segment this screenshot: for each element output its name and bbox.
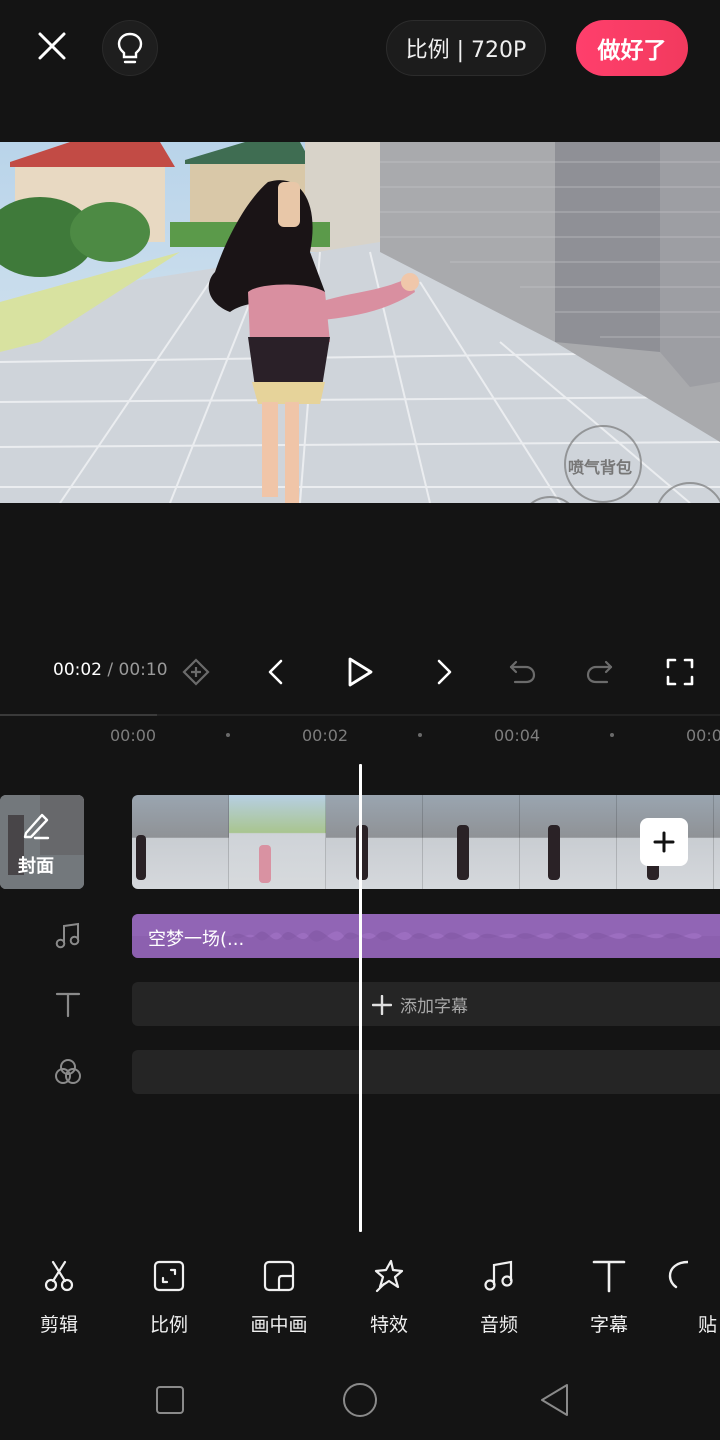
text-icon [589, 1256, 629, 1296]
chevron-left-icon [268, 659, 283, 685]
square-icon [156, 1386, 184, 1414]
effect-track[interactable] [132, 1050, 720, 1094]
video-frame-thumbnail [423, 795, 520, 889]
preview-watermark: 喷气背包 [568, 458, 633, 477]
sparkle-star-icon [369, 1256, 409, 1296]
sticker-icon [664, 1256, 704, 1296]
redo-button[interactable] [580, 652, 620, 692]
filter-circles-icon [55, 1059, 81, 1084]
video-preview[interactable]: 喷气背包 [0, 142, 720, 503]
top-bar: 比例 | 720P 做好了 [0, 0, 720, 100]
fullscreen-button[interactable] [660, 652, 700, 692]
ruler-dot [610, 733, 614, 737]
undo-button[interactable] [502, 652, 542, 692]
previous-frame-button[interactable] [256, 652, 296, 692]
timeline-progress [0, 714, 720, 716]
video-frame-thumbnail [714, 795, 720, 889]
video-track[interactable] [132, 795, 720, 889]
tips-button[interactable] [102, 20, 158, 76]
tool-label: 音频 [479, 1314, 518, 1336]
time-separator: / [102, 660, 119, 680]
cover-label: 封面 [18, 856, 54, 877]
play-button[interactable] [340, 652, 380, 692]
next-frame-button[interactable] [424, 652, 464, 692]
tool-label: 特效 [369, 1314, 408, 1336]
video-frame-thumbnail [326, 795, 423, 889]
add-subtitle-button[interactable]: 添加字幕 [372, 992, 468, 1017]
effect-track-button[interactable] [48, 1052, 88, 1092]
ruler-label: 00:00 [110, 726, 157, 745]
text-icon [55, 992, 81, 1018]
tool-audio[interactable]: 音频 [454, 1256, 544, 1337]
plus-icon [372, 994, 392, 1015]
player-controls: 00:02 / 00:10 [0, 640, 720, 704]
time-ruler: 00:00 00:02 00:04 00:0 [0, 722, 720, 752]
time-display: 00:02 / 00:10 [53, 660, 168, 680]
video-frame-thumbnail [132, 795, 229, 889]
tool-effects[interactable]: 特效 [344, 1256, 434, 1337]
tool-ratio[interactable]: 比例 [124, 1256, 214, 1337]
circle-icon [343, 1383, 377, 1417]
tool-subtitle[interactable]: 字幕 [564, 1256, 654, 1337]
keyframe-diamond-icon [182, 658, 210, 686]
ratio-resolution-button[interactable]: 比例 | 720P [386, 20, 546, 76]
tool-label: 字幕 [589, 1314, 628, 1336]
audio-track-button[interactable] [48, 916, 88, 956]
done-button[interactable]: 做好了 [576, 20, 688, 76]
ruler-dot [418, 733, 422, 737]
subtitle-track-button[interactable] [48, 984, 88, 1024]
tool-picture-in-picture[interactable]: 画中画 [234, 1256, 324, 1337]
ruler-label: 00:0 [686, 726, 720, 745]
triangle-back-icon [541, 1384, 568, 1416]
ruler-label: 00:02 [302, 726, 349, 745]
tool-label: 比例 [149, 1314, 188, 1336]
music-note-icon [55, 922, 80, 949]
recents-button[interactable] [150, 1380, 190, 1420]
tool-label: 剪辑 [39, 1314, 78, 1336]
audio-track-label: 空梦一场(... [148, 929, 245, 950]
ratio-icon [149, 1256, 189, 1296]
bottom-toolbar: 剪辑 比例 画中画 特效 音频 字幕 贴 [0, 1240, 720, 1360]
home-button[interactable] [340, 1380, 380, 1420]
tool-label: 画中画 [250, 1314, 308, 1336]
subtitle-track[interactable]: 添加字幕 [132, 982, 720, 1026]
lightbulb-icon [117, 32, 143, 64]
tool-sticker[interactable]: 贴 [664, 1256, 720, 1337]
playhead[interactable] [359, 764, 362, 1232]
add-clip-button[interactable] [640, 818, 688, 866]
add-subtitle-label: 添加字幕 [400, 997, 468, 1017]
current-time: 00:02 [53, 660, 102, 680]
edit-pencil-icon [23, 813, 50, 840]
chevron-right-icon [437, 659, 452, 685]
tool-edit[interactable]: 剪辑 [14, 1256, 104, 1337]
redo-icon [586, 660, 613, 684]
fullscreen-icon [666, 658, 694, 686]
video-frame-thumbnail [229, 795, 326, 889]
play-icon [348, 657, 373, 687]
undo-icon [509, 660, 536, 684]
total-time: 00:10 [118, 660, 168, 680]
scissors-icon [39, 1256, 79, 1296]
picture-in-picture-icon [259, 1256, 299, 1296]
audio-track[interactable]: 空梦一场(... [132, 914, 720, 958]
preview-frame-image [0, 142, 720, 503]
plus-icon [653, 831, 675, 853]
system-nav-bar [0, 1360, 720, 1440]
timeline-progress-played [0, 714, 157, 716]
ruler-label: 00:04 [494, 726, 541, 745]
back-button[interactable] [534, 1380, 574, 1420]
close-icon [38, 32, 66, 60]
music-note-icon [479, 1256, 519, 1296]
ruler-dot [226, 733, 230, 737]
video-frame-thumbnail [520, 795, 617, 889]
close-button[interactable] [28, 22, 76, 70]
keyframe-button[interactable] [176, 652, 216, 692]
cover-button[interactable]: 封面 [0, 795, 84, 889]
tool-label: 贴 [698, 1314, 718, 1336]
